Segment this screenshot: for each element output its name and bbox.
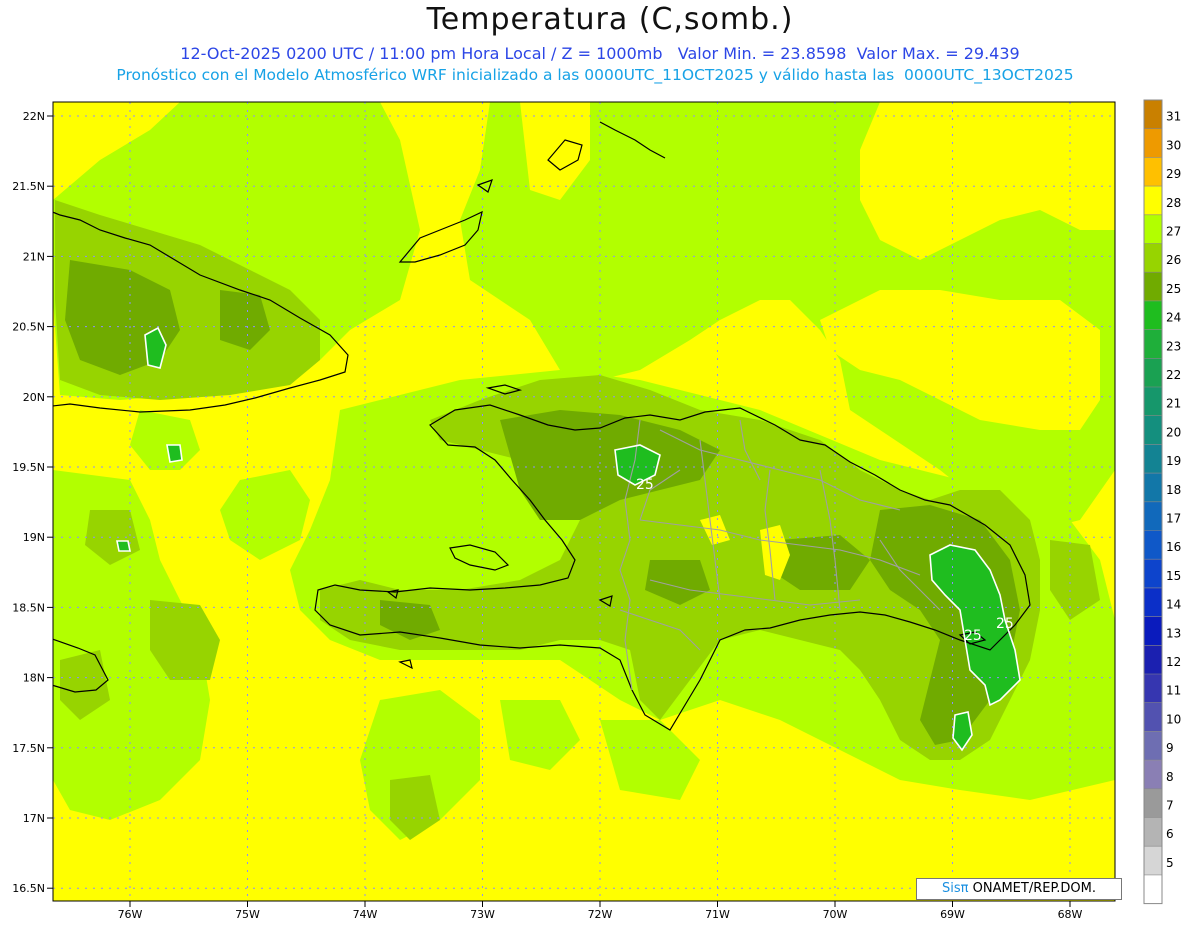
colorbar-label: 19 [1166, 454, 1181, 468]
colorbar-swatch [1144, 846, 1162, 875]
latitude-label: 20.5N [12, 321, 45, 334]
colorbar-label: 21 [1166, 397, 1181, 411]
colorbar-label: 28 [1166, 196, 1181, 210]
colorbar-swatch [1144, 530, 1162, 560]
longitude-label: 69W [940, 908, 965, 921]
longitude-label: 75W [235, 908, 260, 921]
colorbar-label: 30 [1166, 138, 1181, 152]
colorbar-swatch [1144, 501, 1162, 531]
colorbar-swatch [1144, 415, 1162, 445]
colorbar-swatch [1144, 300, 1162, 330]
colorbar-swatch [1144, 817, 1162, 847]
colorbar-label: 25 [1166, 282, 1181, 296]
colorbar-swatch [1144, 214, 1162, 244]
credit-box: Sisπ ONAMET/REP.DOM. [916, 878, 1122, 900]
colorbar-label: 5 [1166, 856, 1174, 870]
colorbar-swatch [1144, 760, 1162, 789]
contour-label: 25 [636, 477, 654, 493]
colorbar-label: 27 [1166, 225, 1181, 239]
colorbar-label: 13 [1166, 626, 1181, 640]
latitude-label: 19.5N [12, 461, 45, 474]
longitude-label: 74W [353, 908, 378, 921]
colorbar-swatch [1144, 272, 1162, 301]
latitude-label: 22N [23, 110, 45, 123]
colorbar-swatch [1144, 186, 1162, 215]
colorbar-swatch [1144, 387, 1162, 416]
colorbar-label: 14 [1166, 598, 1181, 612]
latitude-label: 16.5N [12, 882, 45, 895]
latitude-label: 18N [23, 672, 45, 685]
colorbar-swatch [1144, 358, 1162, 387]
longitude-label: 73W [470, 908, 495, 921]
longitude-label: 71W [705, 908, 730, 921]
colorbar-swatch [1144, 329, 1162, 359]
latitude-label: 17.5N [12, 742, 45, 755]
colorbar-swatch [1144, 157, 1162, 187]
credit-text: ONAMET/REP.DOM. [972, 881, 1096, 896]
temperature-field [53, 102, 1115, 901]
colorbar-swatch [1144, 587, 1162, 617]
colorbar-swatch [1144, 559, 1162, 588]
latitude-label: 20N [23, 391, 45, 404]
latitude-label: 19N [23, 531, 45, 544]
longitude-axis: 76W 75W 74W 73W 72W 71W 70W 69W 68W [118, 901, 1083, 921]
sispi-brand: Sisπ [942, 881, 969, 896]
colorbar-label: 8 [1166, 770, 1174, 784]
colorbar-swatch [1144, 674, 1162, 703]
latitude-label: 18.5N [12, 601, 45, 614]
latitude-axis: 22N 21.5N 21N 20.5N 20N 19.5N 19N 18.5N 18N 17.5N… [12, 110, 53, 895]
contour-label: 25 [964, 628, 982, 644]
colorbar: 31 30 29 28 27 26 25 24 23 22 21 20 19 18 17 16 15 14 13 12… [1143, 99, 1181, 905]
colorbar-label: 12 [1166, 655, 1181, 669]
colorbar-label: 6 [1166, 827, 1174, 841]
latitude-label: 17N [23, 812, 45, 825]
colorbar-swatch [1144, 874, 1162, 904]
colorbar-label: 15 [1166, 569, 1181, 583]
colorbar-label: 17 [1166, 512, 1181, 526]
colorbar-label: 29 [1166, 167, 1181, 181]
contour-label: 25 [996, 616, 1014, 632]
temperature-map: 25 25 25 22N 21.5N 21N 20.5N 20N 19.5N 19N 18.5… [12, 99, 1181, 921]
colorbar-label: 9 [1166, 741, 1174, 755]
colorbar-swatch [1144, 731, 1162, 761]
colorbar-label: 11 [1166, 684, 1181, 698]
colorbar-label: 7 [1166, 799, 1174, 813]
colorbar-swatch [1144, 444, 1162, 474]
longitude-label: 70W [823, 908, 848, 921]
colorbar-label: 23 [1166, 339, 1181, 353]
longitude-label: 76W [118, 908, 143, 921]
colorbar-swatch [1144, 788, 1162, 818]
colorbar-label: 20 [1166, 425, 1181, 439]
colorbar-label: 24 [1166, 311, 1181, 325]
colorbar-label: 16 [1166, 540, 1181, 554]
longitude-label: 68W [1058, 908, 1083, 921]
latitude-label: 21.5N [12, 180, 45, 193]
colorbar-label: 31 [1166, 110, 1181, 124]
colorbar-swatch [1144, 100, 1162, 129]
colorbar-swatch [1144, 128, 1162, 158]
colorbar-swatch [1144, 243, 1162, 273]
longitude-label: 72W [588, 908, 613, 921]
colorbar-swatch [1144, 616, 1162, 646]
latitude-label: 21N [23, 250, 45, 263]
colorbar-swatch [1144, 473, 1162, 502]
colorbar-label: 26 [1166, 253, 1181, 267]
colorbar-swatch [1144, 645, 1162, 674]
colorbar-label: 18 [1166, 483, 1181, 497]
colorbar-swatch [1144, 702, 1162, 732]
colorbar-label: 10 [1166, 712, 1181, 726]
colorbar-label: 22 [1166, 368, 1181, 382]
